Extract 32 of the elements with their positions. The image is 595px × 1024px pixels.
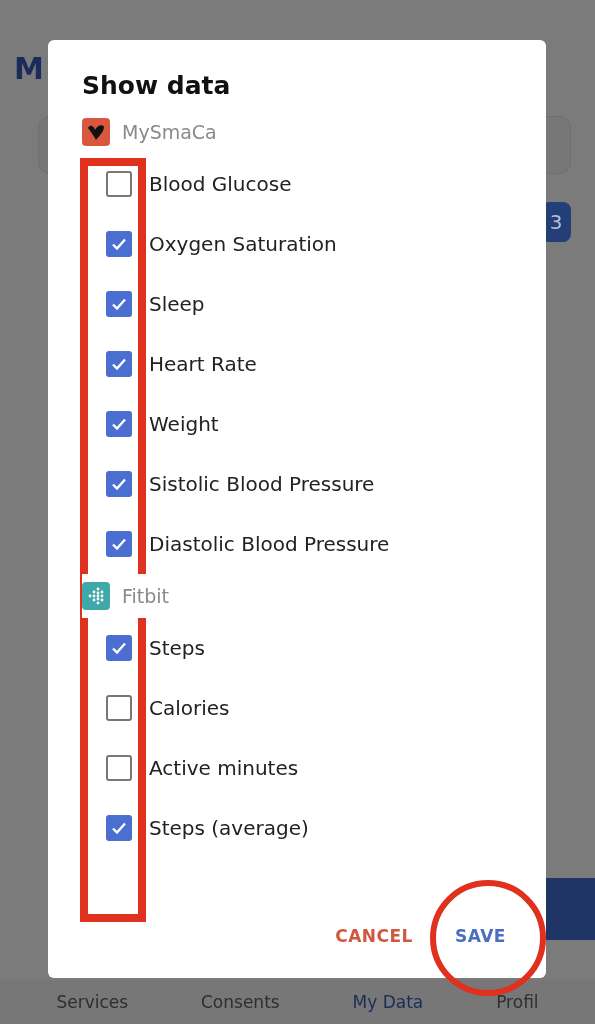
checkbox[interactable] (106, 635, 132, 661)
checkbox[interactable] (106, 351, 132, 377)
checkbox-label: Sleep (149, 292, 205, 316)
checkbox-label: Heart Rate (149, 352, 257, 376)
cancel-button[interactable]: CANCEL (323, 918, 425, 954)
checkbox[interactable] (106, 471, 132, 497)
page-title: M (14, 50, 44, 88)
save-button[interactable]: SAVE (442, 918, 518, 954)
checkbox-label: Sistolic Blood Pressure (149, 472, 375, 496)
checkbox[interactable] (106, 695, 132, 721)
checkbox-label: Diastolic Blood Pressure (149, 532, 390, 556)
checkbox[interactable] (106, 815, 132, 841)
nav-tab[interactable]: Consents (201, 992, 280, 1012)
checkbox[interactable] (106, 411, 132, 437)
checkbox[interactable] (106, 755, 132, 781)
checkbox-label: Steps (149, 636, 205, 660)
group-name: MySmaCa (122, 121, 217, 143)
nav-tab[interactable]: Services (56, 992, 129, 1012)
nav-tab[interactable]: My Data (352, 992, 424, 1012)
checkbox-label: Blood Glucose (149, 172, 292, 196)
checkbox-label: Steps (average) (149, 816, 309, 840)
checkbox-label: Oxygen Saturation (149, 232, 337, 256)
checkbox[interactable] (106, 171, 132, 197)
checkbox[interactable] (106, 231, 132, 257)
checkbox-label: Weight (149, 412, 219, 436)
checkbox-label: Calories (149, 696, 230, 720)
nav-tab[interactable]: Profil (496, 992, 539, 1012)
dialog-title: Show data (82, 70, 232, 102)
group-name: Fitbit (122, 585, 170, 607)
checkbox[interactable] (106, 291, 132, 317)
checkbox-label: Active minutes (149, 756, 299, 780)
checkbox[interactable] (106, 531, 132, 557)
